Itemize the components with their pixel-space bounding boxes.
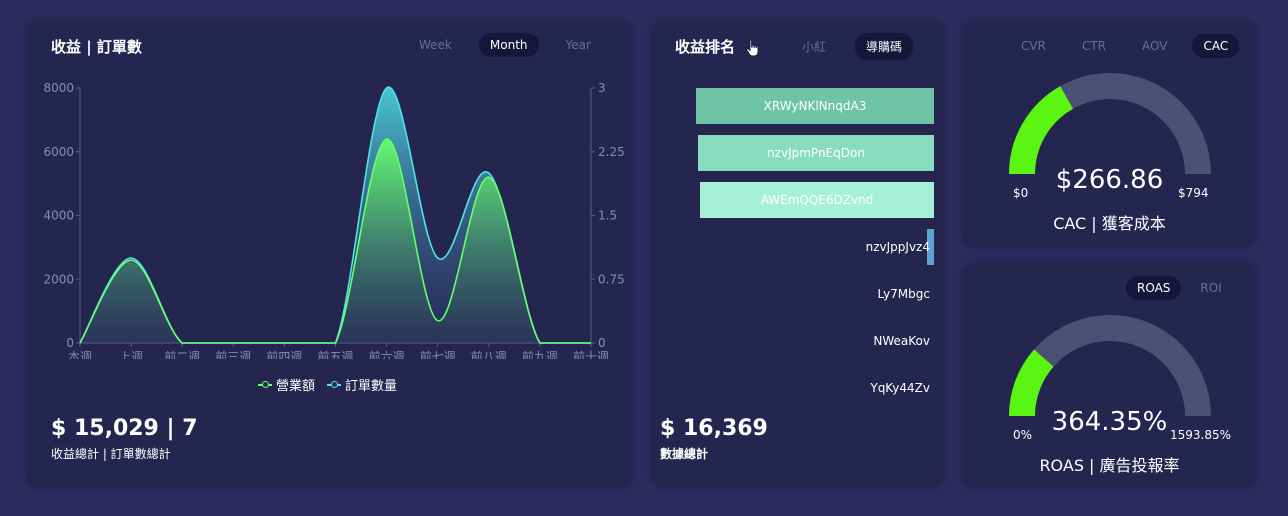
ranking-total-value: $ 16,369 xyxy=(660,416,768,441)
legend-label-orders: 訂單數量 xyxy=(345,379,398,394)
revenue-orders-chart[interactable]: 0 2000 4000 6000 8000 0 0.75 1.5 2.25 3 本週 上週 前二週 前三週… xyxy=(26,19,633,359)
gauge-fill xyxy=(1009,86,1074,175)
x-tick-label: 上週 xyxy=(119,350,143,359)
y-right-tick-label: 3 xyxy=(598,81,606,95)
ranking-bar[interactable]: AWEmQQE6DZvnd xyxy=(700,182,934,218)
revenue-orders-total-value: $ 15,029 | 7 xyxy=(51,416,198,441)
ranking-bar-label: Ly7Mbgc xyxy=(877,287,930,301)
ranking-bar-label: YqKy44Zv xyxy=(870,381,930,395)
legend-line-marker-icon xyxy=(327,380,342,389)
x-tick-label: 前八週 xyxy=(471,349,507,359)
x-tick-label: 前六週 xyxy=(369,349,405,359)
chart-legend: 營業額 訂單數量 xyxy=(258,375,397,394)
revenue-orders-total-label: 收益總計 | 訂單數總計 xyxy=(51,447,171,461)
x-tick-label: 前三週 xyxy=(215,349,251,359)
y-right-tick-label: 2.25 xyxy=(598,145,625,159)
y-right-tick-label: 0.75 xyxy=(598,272,625,286)
legend-line-marker-icon xyxy=(258,380,272,389)
y-right-tick-label: 0 xyxy=(598,336,606,350)
legend-label-revenue: 營業額 xyxy=(276,379,316,394)
x-tick-label: 前二週 xyxy=(164,349,200,359)
cac-gauge-caption: CAC | 獲客成本 xyxy=(1053,214,1166,233)
legend-item-orders[interactable]: 訂單數量 xyxy=(327,375,397,394)
y-right-tick-label: 1.5 xyxy=(598,209,617,223)
ranking-bar[interactable]: XRWyNKlNnqdA3 xyxy=(696,88,934,124)
y-left-tick-label: 0 xyxy=(66,336,74,350)
y-left-tick-label: 8000 xyxy=(43,81,74,95)
cac-card: CVR CTR AOV CAC $0 $794 $266.86 CAC | 獲客… xyxy=(962,19,1257,245)
cac-gauge-value: $266.86 xyxy=(1055,165,1164,195)
roas-gauge-value: 364.35% xyxy=(1051,407,1168,437)
legend-item-revenue[interactable]: 營業額 xyxy=(258,375,315,394)
x-tick-label: 前九週 xyxy=(522,349,558,359)
ranking-bar-label: NWeaKov xyxy=(873,334,930,348)
revenue-ranking-card: 收益排名 小紅 導購碼 XRWyNKlNnqdA3 nzvJpmPnEqDon AW… xyxy=(651,19,944,486)
roas-card: ROAS ROI 0% 1593.85% 364.35% ROAS | 廣告投報… xyxy=(962,261,1257,487)
ranking-total-label: 數據總計 xyxy=(660,447,709,461)
ranking-bar-chart: XRWyNKlNnqdA3 nzvJpmPnEqDon AWEmQQE6DZvnd n… xyxy=(651,19,944,419)
y-left-tick-label: 6000 xyxy=(43,145,74,159)
x-tick-label: 前五週 xyxy=(317,349,353,359)
series-area-0 xyxy=(80,138,591,343)
x-tick-label: 前十週 xyxy=(573,349,609,359)
y-left-tick-label: 4000 xyxy=(43,209,74,223)
revenue-orders-card: 收益 | 訂單數 Week Month Year 0 2000 4000 6000 80… xyxy=(26,19,633,486)
y-left-tick-label: 2000 xyxy=(43,272,74,286)
ranking-bar-label: nzvJppJvz4 xyxy=(865,240,930,254)
x-tick-label: 前四週 xyxy=(266,349,302,359)
x-tick-label: 前七週 xyxy=(420,349,456,359)
x-tick-label: 本週 xyxy=(68,350,92,359)
ranking-bar[interactable]: nzvJpmPnEqDon xyxy=(698,135,934,171)
roas-gauge-caption: ROAS | 廣告投報率 xyxy=(1039,456,1180,475)
